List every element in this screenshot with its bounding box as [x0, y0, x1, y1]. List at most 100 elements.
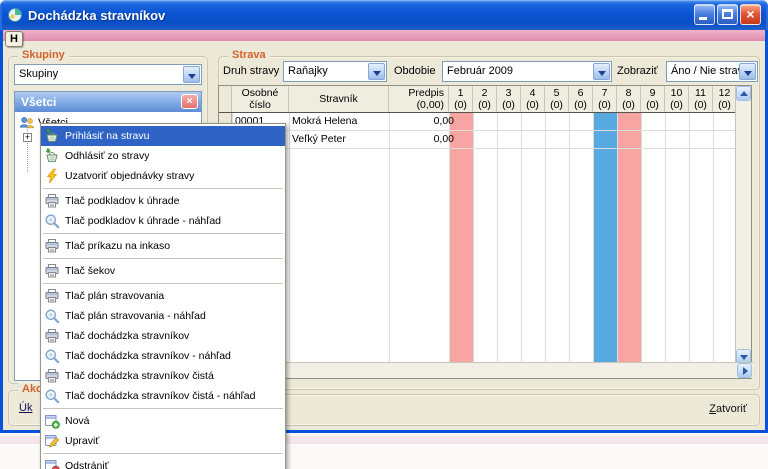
- menu-item-label: Tlač dochádzka stravníkov čistá: [65, 370, 214, 382]
- menu-item-label: Odhlásiť zo stravy: [65, 150, 149, 162]
- grid-line: [569, 113, 570, 364]
- groups-combobox[interactable]: Skupiny: [14, 64, 202, 85]
- zatvorit-link[interactable]: Zatvoriť: [709, 403, 747, 415]
- attendance-table[interactable]: Osobné číslo Stravník Predpis (0,00) 1(0…: [218, 85, 752, 379]
- titlebar[interactable]: Dochádzka stravníkov ×: [0, 0, 768, 30]
- app-icon: [7, 7, 23, 23]
- column-header-day[interactable]: 2(0): [473, 86, 497, 112]
- edit-icon: [44, 433, 60, 449]
- zobrazit-label: Zobraziť: [617, 65, 658, 77]
- menu-item[interactable]: Tlač dochádzka stravníkov - náhľad: [41, 346, 285, 366]
- close-icon: ×: [741, 5, 760, 24]
- tree-panel-header: Všetci: [15, 92, 201, 112]
- cell-stravnik: Veľký Peter: [289, 131, 389, 148]
- column-header-stravnik[interactable]: Stravník: [289, 86, 389, 112]
- minimize-button[interactable]: [694, 4, 715, 25]
- menu-separator: [43, 408, 283, 409]
- druh-stravy-combobox[interactable]: Raňajky: [283, 61, 387, 82]
- menu-separator: [43, 283, 283, 284]
- menu-item-label: Tlač podkladov k úhrade - náhľad: [65, 215, 221, 227]
- column-header-day[interactable]: 7(0): [593, 86, 617, 112]
- menu-item[interactable]: Upraviť: [41, 431, 285, 451]
- print-preview-icon: [44, 308, 60, 324]
- day-column-band-pink: [617, 113, 641, 364]
- menu-item-label: Tlač šekov: [65, 265, 115, 277]
- cell-predpis: 0,00: [389, 113, 458, 130]
- day-column-band-blue: [593, 113, 617, 364]
- vertical-scrollbar[interactable]: [735, 86, 751, 364]
- grid-line: [617, 113, 618, 364]
- zobrazit-value: Áno / Nie strava: [671, 65, 749, 77]
- menu-item[interactable]: Odhlásiť zo stravy: [41, 146, 285, 166]
- druh-stravy-value: Raňajky: [288, 65, 328, 77]
- dropdown-arrow-icon[interactable]: [183, 66, 200, 83]
- menu-item[interactable]: Nová: [41, 411, 285, 431]
- grid-line: [593, 113, 594, 364]
- scroll-right-button[interactable]: [737, 363, 752, 378]
- dropdown-arrow-icon[interactable]: [739, 63, 756, 80]
- column-header-day[interactable]: 9(0): [641, 86, 665, 112]
- tree-panel-close-button[interactable]: ×: [181, 94, 198, 109]
- menu-item[interactable]: Tlač plán stravovania: [41, 286, 285, 306]
- context-menu: Prihlásiť na stravu Odhlásiť zo stravy Uza…: [40, 123, 286, 469]
- printer-icon: [44, 238, 60, 254]
- menu-item-label: Upraviť: [65, 435, 99, 447]
- obdobie-combobox[interactable]: Február 2009: [442, 61, 612, 82]
- dropdown-arrow-icon[interactable]: [368, 63, 385, 80]
- menu-item[interactable]: Tlač podkladov k úhrade - náhľad: [41, 211, 285, 231]
- minimize-icon: [699, 17, 707, 20]
- menu-item[interactable]: Uzatvoriť objednávky stravy: [41, 166, 285, 186]
- menu-item[interactable]: Odstrániť: [41, 456, 285, 469]
- menu-item-label: Uzatvoriť objednávky stravy: [65, 170, 194, 182]
- scroll-up-icon: [740, 91, 748, 96]
- grid-line: [449, 113, 450, 364]
- column-header-day[interactable]: 8(0): [617, 86, 641, 112]
- column-header-day[interactable]: 1(0): [449, 86, 473, 112]
- maximize-button[interactable]: [717, 4, 738, 25]
- menu-item[interactable]: Tlač podkladov k úhrade: [41, 191, 285, 211]
- menu-item-label: Tlač plán stravovania - náhľad: [65, 310, 206, 322]
- scroll-up-button[interactable]: [736, 86, 751, 101]
- grid-line: [665, 113, 666, 364]
- groupbox-footer: Zatvoriť: [218, 394, 760, 426]
- menu-item[interactable]: Tlač šekov: [41, 261, 285, 281]
- close-button[interactable]: ×: [740, 4, 761, 25]
- table-row[interactable]: Veľký Peter0,00: [232, 131, 737, 149]
- print-preview-icon: [44, 388, 60, 404]
- menu-item[interactable]: Tlač dochádzka stravníkov čistá: [41, 366, 285, 386]
- ukony-link[interactable]: Úk: [19, 402, 32, 414]
- day-column-band-pink: [449, 113, 473, 364]
- dropdown-arrow-icon[interactable]: [593, 63, 610, 80]
- cell-stravnik: Mokrá Helena: [289, 113, 389, 130]
- column-header-predpis[interactable]: Predpis (0,00): [389, 86, 449, 112]
- column-header-day[interactable]: 5(0): [545, 86, 569, 112]
- table-header: Osobné číslo Stravník Predpis (0,00) 1(0…: [219, 86, 737, 113]
- column-header-day[interactable]: 3(0): [497, 86, 521, 112]
- table-row[interactable]: 00001Mokrá Helena0,00: [232, 113, 737, 131]
- print-preview-icon: [44, 348, 60, 364]
- column-header-day[interactable]: 4(0): [521, 86, 545, 112]
- column-header-day[interactable]: 6(0): [569, 86, 593, 112]
- column-header-day[interactable]: 11(0): [689, 86, 713, 112]
- column-header-day[interactable]: 10(0): [665, 86, 689, 112]
- menu-item-label: Odstrániť: [65, 460, 109, 469]
- menu-item[interactable]: Tlač plán stravovania - náhľad: [41, 306, 285, 326]
- menu-item[interactable]: Prihlásiť na stravu: [41, 126, 285, 146]
- grid-line: [497, 113, 498, 364]
- h-button[interactable]: H: [5, 31, 23, 47]
- column-header-osobne-cislo[interactable]: Osobné číslo: [232, 86, 289, 112]
- menu-item[interactable]: Tlač príkazu na inkaso: [41, 236, 285, 256]
- horizontal-scrollbar[interactable]: [219, 362, 753, 378]
- obdobie-label: Obdobie: [394, 65, 436, 77]
- menu-item[interactable]: Tlač dochádzka stravníkov: [41, 326, 285, 346]
- menu-item-label: Nová: [65, 415, 90, 427]
- druh-stravy-label: Druh stravy: [223, 65, 279, 77]
- column-header-day[interactable]: 12(0): [713, 86, 737, 112]
- menu-separator: [43, 188, 283, 189]
- obdobie-value: Február 2009: [447, 65, 513, 77]
- zobrazit-combobox[interactable]: Áno / Nie strava: [666, 61, 758, 82]
- menu-separator: [43, 233, 283, 234]
- delete-icon: [44, 458, 60, 469]
- printer-icon: [44, 288, 60, 304]
- menu-item[interactable]: Tlač dochádzka stravníkov čistá - náhľad: [41, 386, 285, 406]
